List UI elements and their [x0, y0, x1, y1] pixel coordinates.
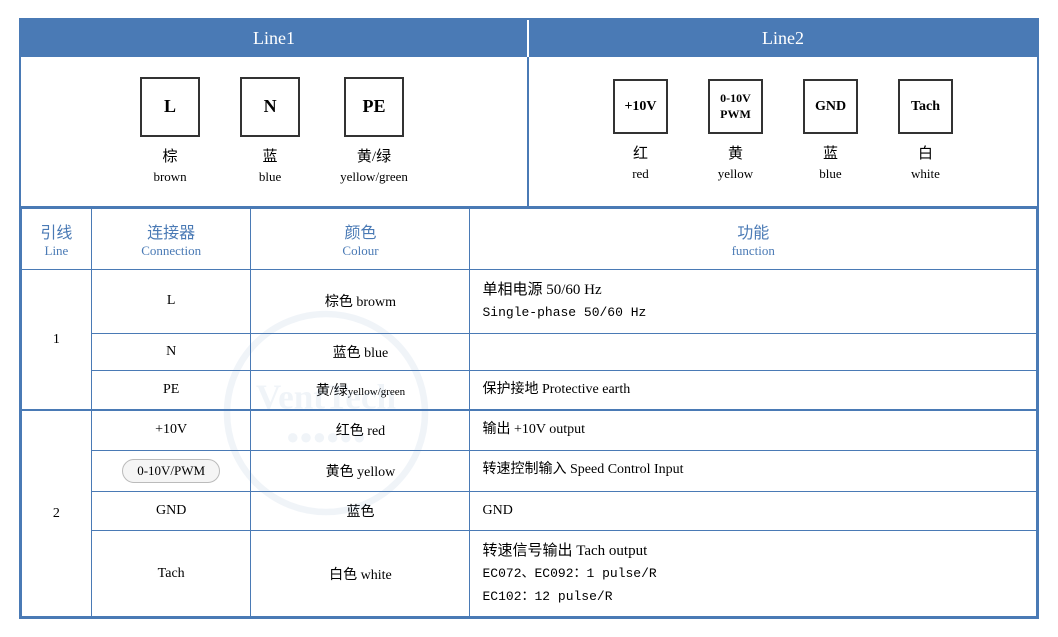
table-header-row: 引线 Line 连接器 Connection 颜色 Colour 功能 func…: [22, 209, 1037, 270]
data-table: 引线 Line 连接器 Connection 颜色 Colour 功能 func…: [21, 208, 1037, 617]
connector-box-L: L: [140, 77, 200, 137]
diagram-row: L 棕brown N 蓝blue PE 黄/绿yellow/green: [21, 57, 1037, 208]
table-wrapper: VentTech ●●●●●● 引线 Line 连接器 Connection 颜…: [21, 208, 1037, 617]
func-PWM: 转速控制输入 Speed Control Input: [470, 450, 1037, 491]
colour-Tach: 白色 white: [251, 530, 470, 616]
connector-label-PE: 黄/绿yellow/green: [340, 147, 408, 186]
conn-N: N: [91, 333, 251, 370]
connector-Tach: Tach 白white: [898, 79, 953, 183]
connector-box-10V: +10V: [613, 79, 668, 134]
connector-label-PWM: 黄yellow: [718, 144, 753, 183]
conn-Tach: Tach: [91, 530, 251, 616]
colour-L: 棕色 browm: [251, 270, 470, 334]
table-row: Tach 白色 white 转速信号输出 Tach output EC072、E…: [22, 530, 1037, 616]
connector-label-L: 棕brown: [153, 147, 186, 186]
connector-label-10V: 红red: [632, 144, 649, 183]
line2-header: Line2: [529, 20, 1037, 57]
colour-PE: 黄/绿yellow/green: [251, 370, 470, 410]
connector-label-N: 蓝blue: [259, 147, 281, 186]
colour-10V: 红色 red: [251, 410, 470, 450]
line-number-1: 1: [22, 270, 92, 411]
header-row: Line1 Line2: [21, 20, 1037, 57]
connector-box-PWM: 0-10VPWM: [708, 79, 763, 134]
connector-box-PE: PE: [344, 77, 404, 137]
connector-PE: PE 黄/绿yellow/green: [340, 77, 408, 186]
conn-10V: +10V: [91, 410, 251, 450]
connector-box-GND: GND: [803, 79, 858, 134]
table-row: N 蓝色 blue: [22, 333, 1037, 370]
connector-L: L 棕brown: [140, 77, 200, 186]
connector-label-GND: 蓝blue: [819, 144, 841, 183]
connector-10V: +10V 红red: [613, 79, 668, 183]
func-GND: GND: [470, 491, 1037, 530]
th-line: 引线 Line: [22, 209, 92, 270]
main-container: Line1 Line2 L 棕brown N 蓝blue PE 黄/绿yello…: [19, 18, 1039, 619]
line1-header: Line1: [21, 20, 529, 57]
func-10V: 输出 +10V output: [470, 410, 1037, 450]
line-number-2: 2: [22, 410, 92, 616]
conn-L: L: [91, 270, 251, 334]
func-PE: 保护接地 Protective earth: [470, 370, 1037, 410]
table-row: 1 L 棕色 browm 单相电源 50/60 Hz Single-phase …: [22, 270, 1037, 334]
table-row: PE 黄/绿yellow/green 保护接地 Protective earth: [22, 370, 1037, 410]
colour-N: 蓝色 blue: [251, 333, 470, 370]
connector-N: N 蓝blue: [240, 77, 300, 186]
func-N: [470, 333, 1037, 370]
diagram-line2: +10V 红red 0-10VPWM 黄yellow GND 蓝blue Tac…: [529, 57, 1037, 206]
func-Tach: 转速信号输出 Tach output EC072、EC092：1 pulse/R…: [470, 530, 1037, 616]
th-colour: 颜色 Colour: [251, 209, 470, 270]
connector-PWM: 0-10VPWM 黄yellow: [708, 79, 763, 183]
connector-GND: GND 蓝blue: [803, 79, 858, 183]
colour-PWM: 黄色 yellow: [251, 450, 470, 491]
diagram-line1: L 棕brown N 蓝blue PE 黄/绿yellow/green: [21, 57, 529, 206]
connector-label-Tach: 白white: [911, 144, 940, 183]
connector-box-Tach: Tach: [898, 79, 953, 134]
func-L: 单相电源 50/60 Hz Single-phase 50/60 Hz: [470, 270, 1037, 334]
table-row: 0-10V/PWM 黄色 yellow 转速控制输入 Speed Control…: [22, 450, 1037, 491]
colour-GND: 蓝色: [251, 491, 470, 530]
conn-PWM: 0-10V/PWM: [91, 450, 251, 491]
th-function: 功能 function: [470, 209, 1037, 270]
th-connection: 连接器 Connection: [91, 209, 251, 270]
table-row: 2 +10V 红色 red 输出 +10V output: [22, 410, 1037, 450]
connector-box-N: N: [240, 77, 300, 137]
table-row: GND 蓝色 GND: [22, 491, 1037, 530]
conn-PE: PE: [91, 370, 251, 410]
conn-GND: GND: [91, 491, 251, 530]
